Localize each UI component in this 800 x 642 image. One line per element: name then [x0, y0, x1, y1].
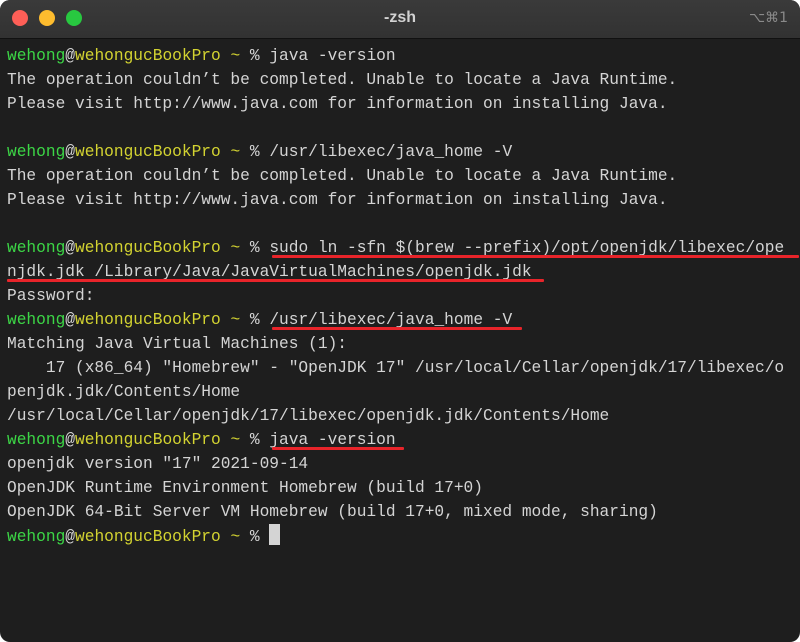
- prompt-host: wehongucBookPro: [75, 239, 221, 257]
- output-line: /usr/local/Cellar/openjdk/17/libexec/ope…: [7, 407, 610, 425]
- output-line: Please visit http://www.java.com for inf…: [7, 191, 668, 209]
- prompt-at: @: [65, 311, 76, 329]
- prompt-user: wehong: [7, 431, 66, 449]
- output-line: The operation couldn’t be completed. Una…: [7, 167, 678, 185]
- prompt-at: @: [65, 239, 76, 257]
- output-line: openjdk version "17" 2021-09-14: [7, 455, 309, 473]
- prompt-at: @: [65, 47, 76, 65]
- prompt-host: wehongucBookPro: [75, 143, 221, 161]
- prompt-symbol: %: [249, 239, 270, 257]
- prompt-at: @: [65, 431, 76, 449]
- command-text: java -version: [269, 47, 396, 65]
- prompt-directory: ~: [230, 47, 241, 65]
- annotation-underline: [272, 255, 799, 258]
- prompt-symbol: %: [249, 311, 270, 329]
- window-title: -zsh: [384, 9, 416, 26]
- prompt-directory: ~: [230, 239, 241, 257]
- prompt-symbol: %: [249, 431, 270, 449]
- prompt-at: @: [65, 528, 76, 546]
- prompt-directory: ~: [230, 431, 241, 449]
- prompt-user: wehong: [7, 528, 66, 546]
- output-line: Please visit http://www.java.com for inf…: [7, 95, 668, 113]
- annotation-underline: [272, 327, 522, 330]
- prompt-line: wehong@wehongucBookPro ~ %: [7, 524, 281, 548]
- output-line: The operation couldn’t be completed. Una…: [7, 71, 678, 89]
- prompt-user: wehong: [7, 239, 66, 257]
- annotation-underline: [272, 447, 404, 450]
- output-line: Password:: [7, 287, 95, 305]
- prompt-at: @: [65, 143, 76, 161]
- prompt-directory: ~: [230, 528, 241, 546]
- annotation-underline: [7, 279, 544, 282]
- prompt-directory: ~: [230, 311, 241, 329]
- prompt-host: wehongucBookPro: [75, 528, 221, 546]
- prompt-directory: ~: [230, 143, 241, 161]
- prompt-symbol: %: [249, 47, 270, 65]
- terminal-content[interactable]: wehong@wehongucBookPro ~ % java -version…: [7, 44, 799, 634]
- prompt-user: wehong: [7, 143, 66, 161]
- prompt-symbol: %: [249, 143, 270, 161]
- title-bar: -zsh ⌥⌘1: [0, 0, 800, 39]
- prompt-host: wehongucBookPro: [75, 311, 221, 329]
- prompt-line: wehong@wehongucBookPro ~ % java -version: [7, 44, 396, 68]
- prompt-line: wehong@wehongucBookPro ~ % /usr/libexec/…: [7, 140, 512, 164]
- command-text: /usr/libexec/java_home -V: [269, 143, 513, 161]
- prompt-symbol: %: [249, 528, 270, 546]
- output-line: OpenJDK 64-Bit Server VM Homebrew (build…: [7, 503, 658, 521]
- output-line: penjdk.jdk/Contents/Home: [7, 383, 241, 401]
- output-line: Matching Java Virtual Machines (1):: [7, 335, 347, 353]
- output-line: 17 (x86_64) "Homebrew" - "OpenJDK 17" /u…: [7, 359, 785, 377]
- terminal-window: -zsh ⌥⌘1 wehong@wehongucBookPro ~ % java…: [0, 0, 800, 642]
- window-shortcut: ⌥⌘1: [748, 10, 788, 26]
- prompt-user: wehong: [7, 47, 66, 65]
- output-line: OpenJDK Runtime Environment Homebrew (bu…: [7, 479, 483, 497]
- prompt-user: wehong: [7, 311, 66, 329]
- text-cursor[interactable]: [269, 524, 281, 545]
- prompt-host: wehongucBookPro: [75, 47, 221, 65]
- prompt-host: wehongucBookPro: [75, 431, 221, 449]
